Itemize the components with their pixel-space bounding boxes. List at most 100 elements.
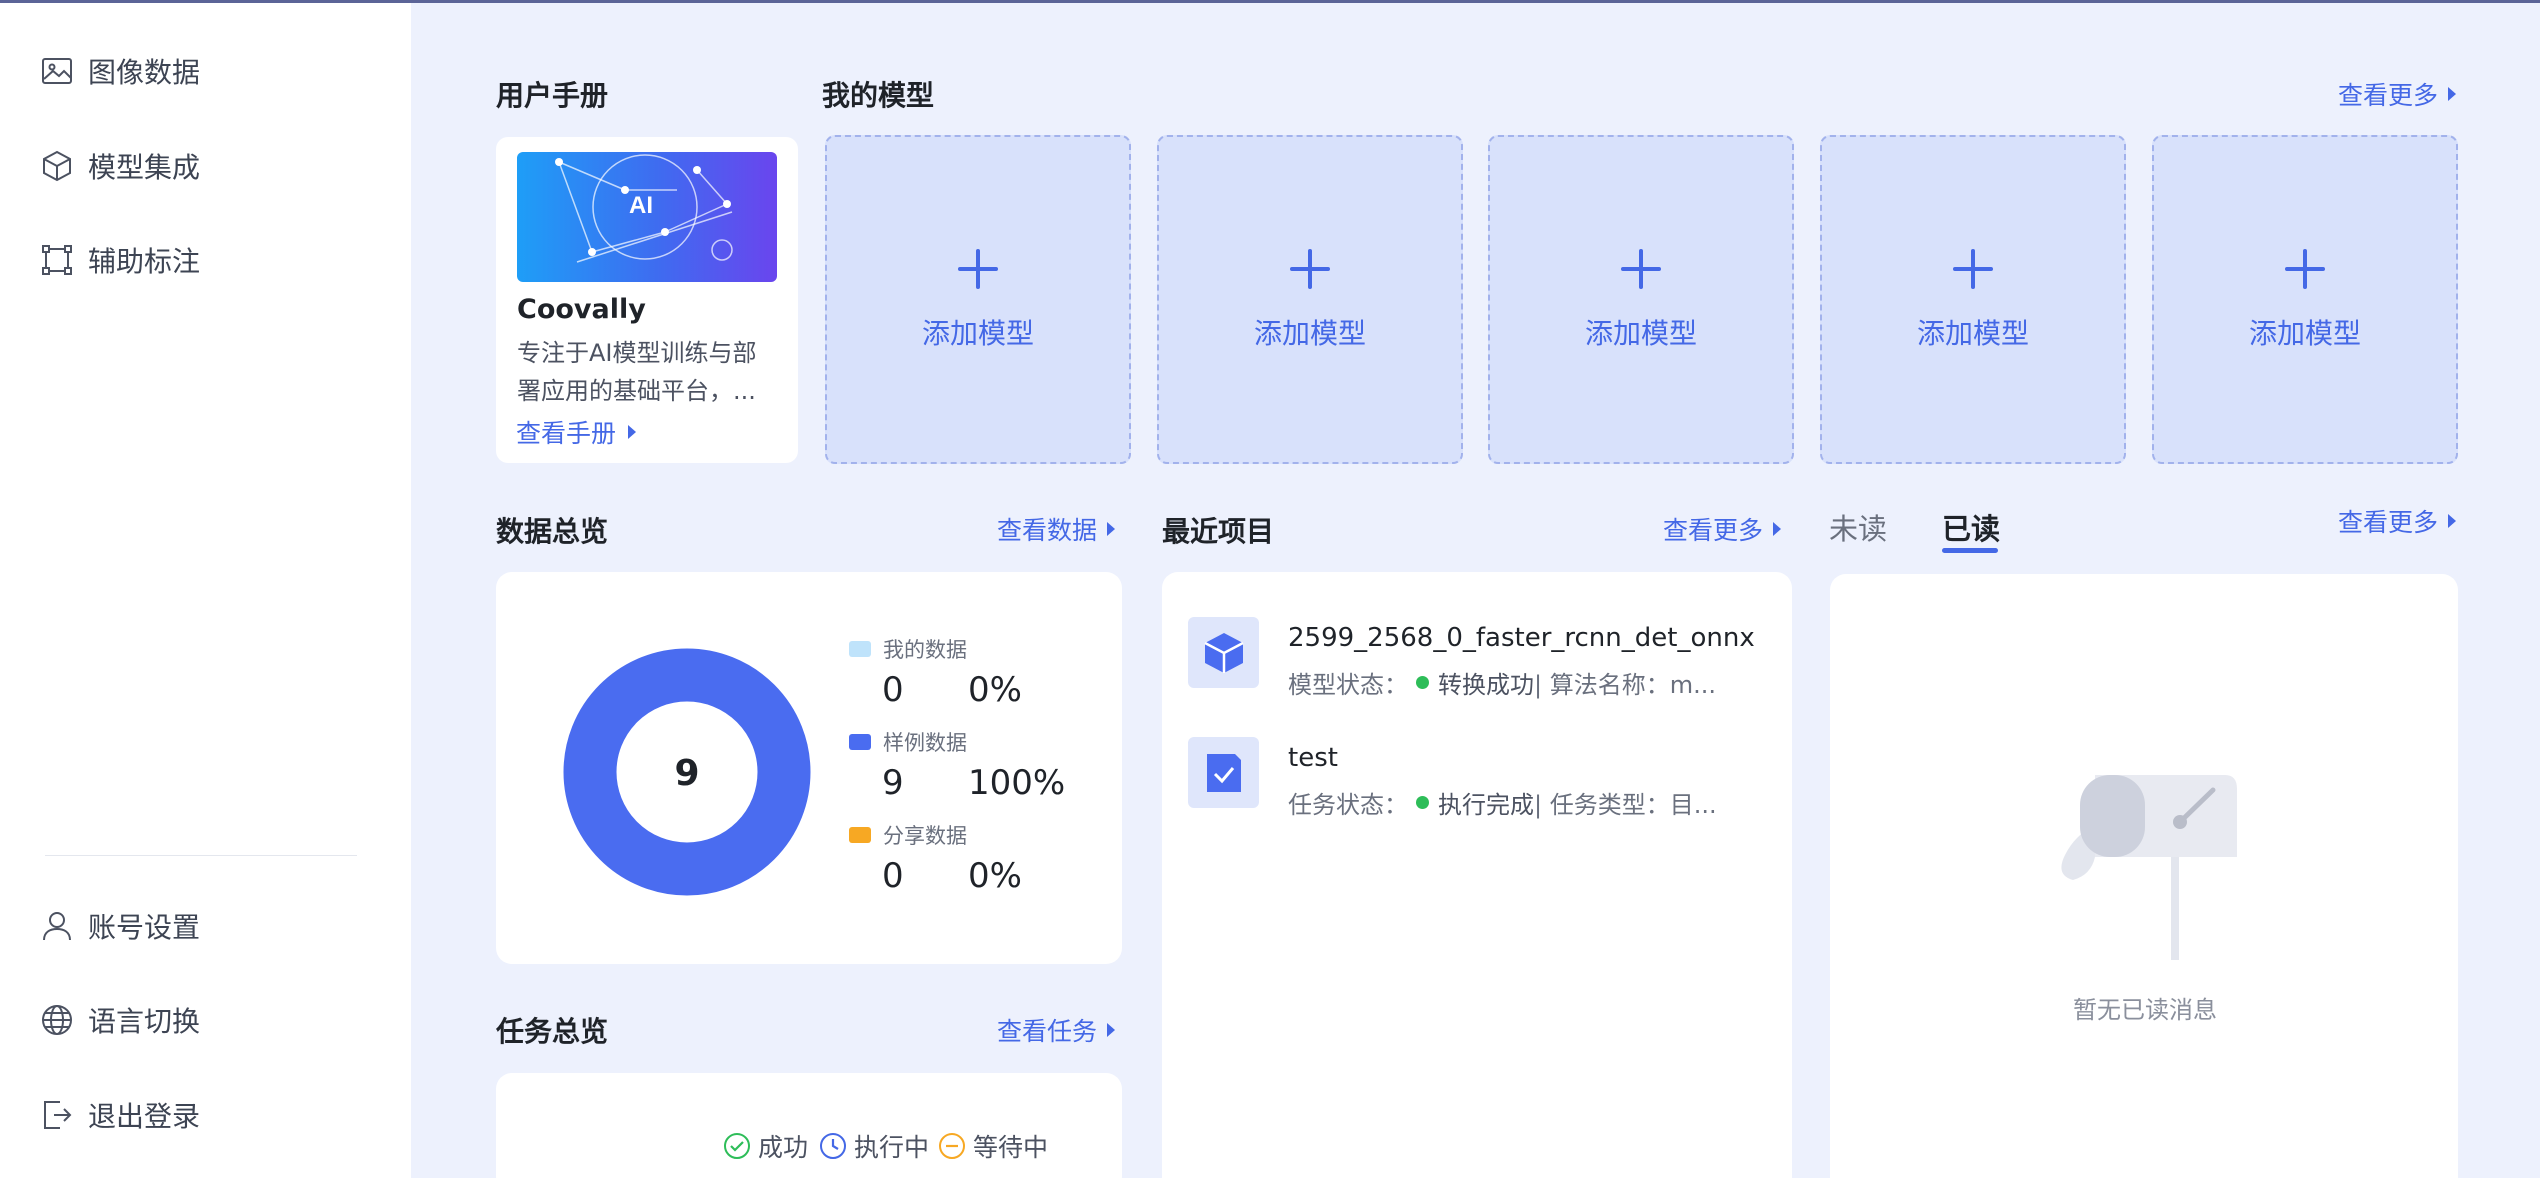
manual-banner: AI xyxy=(517,152,777,282)
empty-message-text: 暂无已读消息 xyxy=(2073,996,2217,1024)
user-icon xyxy=(43,912,71,941)
legend-percent: 0% xyxy=(968,856,1022,896)
view-tasks-link[interactable]: 查看任务 xyxy=(997,1012,1116,1048)
tab-read[interactable]: 已读 xyxy=(1942,506,2000,548)
sidebar-divider xyxy=(45,855,357,856)
task-legend-label: 等待中 xyxy=(973,1133,1049,1162)
sidebar-item-account-settings[interactable]: 账号设置 xyxy=(40,898,380,954)
status-label: 模型状态： xyxy=(1288,671,1408,699)
model-cube-icon xyxy=(1188,617,1259,688)
sidebar-item-label: 辅助标注 xyxy=(88,245,201,278)
plus-icon xyxy=(2285,249,2325,289)
task-check-icon xyxy=(1188,737,1259,808)
legend-shared-data: 分享数据 xyxy=(849,820,967,850)
project-name: 2599_2568_0_faster_rcnn_det_onnx xyxy=(1288,623,1755,653)
models-more-link[interactable]: 查看更多 xyxy=(2338,76,2456,112)
status-value: 转换成功 xyxy=(1438,671,1534,699)
sidebar-item-image-data[interactable]: 图像数据 xyxy=(40,43,380,99)
plus-icon xyxy=(1290,249,1330,289)
sidebar: 图像数据 模型集成 辅助标注 账号设置 语言切换 退出登录 xyxy=(0,0,411,1178)
caret-right-icon xyxy=(1773,522,1782,536)
sidebar-item-language[interactable]: 语言切换 xyxy=(40,992,380,1048)
view-tasks-label: 查看任务 xyxy=(997,1017,1098,1046)
status-dot xyxy=(1416,796,1429,809)
add-model-card[interactable]: 添加模型 xyxy=(2152,135,2458,464)
legend-swatch xyxy=(849,641,871,657)
sidebar-item-label: 账号设置 xyxy=(88,911,201,944)
sidebar-item-label: 图像数据 xyxy=(88,56,201,89)
task-legend-running: 执行中 xyxy=(818,1128,929,1164)
top-border xyxy=(0,0,2540,3)
caret-right-icon xyxy=(1107,522,1116,536)
annotation-icon xyxy=(42,245,72,275)
legend-sample-data: 样例数据 xyxy=(849,727,967,757)
project-item[interactable]: test 任务状态： 执行完成 | 任务类型：目... xyxy=(1188,737,1748,820)
legend-percent: 100% xyxy=(968,763,1066,803)
tab-unread[interactable]: 未读 xyxy=(1829,506,1887,548)
task-legend-label: 成功 xyxy=(758,1133,809,1162)
legend-count: 0 xyxy=(882,856,904,896)
task-legend-waiting: 等待中 xyxy=(937,1128,1048,1164)
add-model-label: 添加模型 xyxy=(1253,317,1366,350)
status-label: 任务状态： xyxy=(1288,791,1408,819)
plus-icon xyxy=(1621,249,1661,289)
cube-icon xyxy=(43,150,71,182)
caret-right-icon xyxy=(2448,87,2456,101)
recent-projects-title: 最近项目 xyxy=(1162,515,1275,548)
sidebar-item-assisted-annotation[interactable]: 辅助标注 xyxy=(40,232,380,288)
clock-icon xyxy=(820,1133,846,1159)
sidebar-item-label: 退出登录 xyxy=(88,1100,201,1133)
view-data-link[interactable]: 查看数据 xyxy=(997,511,1116,547)
data-donut-chart: 9 xyxy=(563,648,811,896)
legend-count: 9 xyxy=(882,763,904,803)
legend-label: 分享数据 xyxy=(883,824,967,848)
add-model-card[interactable]: 添加模型 xyxy=(1157,135,1463,464)
sidebar-item-label: 语言切换 xyxy=(88,1005,201,1038)
add-model-card[interactable]: 添加模型 xyxy=(1820,135,2126,464)
task-overview-title: 任务总览 xyxy=(496,1015,609,1048)
sidebar-item-label: 模型集成 xyxy=(88,151,201,184)
manual-name: Coovally xyxy=(517,294,646,325)
status-dot xyxy=(1416,676,1429,689)
add-model-label: 添加模型 xyxy=(921,317,1034,350)
status-value: 执行完成 xyxy=(1438,791,1534,819)
sidebar-item-logout[interactable]: 退出登录 xyxy=(40,1087,380,1143)
task-legend-success: 成功 xyxy=(722,1128,808,1164)
models-section-title: 我的模型 xyxy=(822,79,935,112)
legend-label: 我的数据 xyxy=(883,638,967,662)
view-manual-link[interactable]: 查看手册 xyxy=(516,414,637,450)
logout-icon xyxy=(44,1101,72,1129)
plus-icon xyxy=(958,249,998,289)
add-model-label: 添加模型 xyxy=(1916,317,2029,350)
caret-right-icon xyxy=(628,425,637,439)
check-circle-icon xyxy=(724,1133,750,1159)
project-name: test xyxy=(1288,743,1338,773)
recent-more-label: 查看更多 xyxy=(1663,516,1764,545)
status-extra: | 任务类型：目... xyxy=(1534,791,1717,819)
banner-ai-text: AI xyxy=(629,192,653,219)
project-status: 任务状态： 执行完成 | 任务类型：目... xyxy=(1288,785,1717,820)
donut-center-label: 9 xyxy=(674,753,699,794)
legend-percent: 0% xyxy=(968,670,1022,710)
recent-more-link[interactable]: 查看更多 xyxy=(1663,511,1782,547)
minus-circle-icon xyxy=(939,1133,965,1159)
legend-swatch xyxy=(849,734,871,750)
models-more-label: 查看更多 xyxy=(2337,81,2438,110)
messages-more-link[interactable]: 查看更多 xyxy=(2338,503,2456,539)
legend-label: 样例数据 xyxy=(883,731,967,755)
globe-icon xyxy=(42,1005,72,1035)
caret-right-icon xyxy=(2448,514,2456,528)
legend-swatch xyxy=(849,827,871,843)
legend-my-data: 我的数据 xyxy=(849,634,967,664)
add-model-label: 添加模型 xyxy=(2248,317,2361,350)
sidebar-item-model-integration[interactable]: 模型集成 xyxy=(40,138,380,194)
project-item[interactable]: 2599_2568_0_faster_rcnn_det_onnx 模型状态： 转换… xyxy=(1188,617,1755,699)
view-manual-label: 查看手册 xyxy=(516,419,617,448)
add-model-card[interactable]: 添加模型 xyxy=(825,135,1131,464)
manual-section-title: 用户手册 xyxy=(496,79,609,112)
caret-right-icon xyxy=(1107,1023,1116,1037)
add-model-label: 添加模型 xyxy=(1584,317,1697,350)
add-model-card[interactable]: 添加模型 xyxy=(1488,135,1794,464)
plus-icon xyxy=(1953,249,1993,289)
manual-desc: 专注于AI模型训练与部署应用的基础平台，... xyxy=(517,339,757,405)
